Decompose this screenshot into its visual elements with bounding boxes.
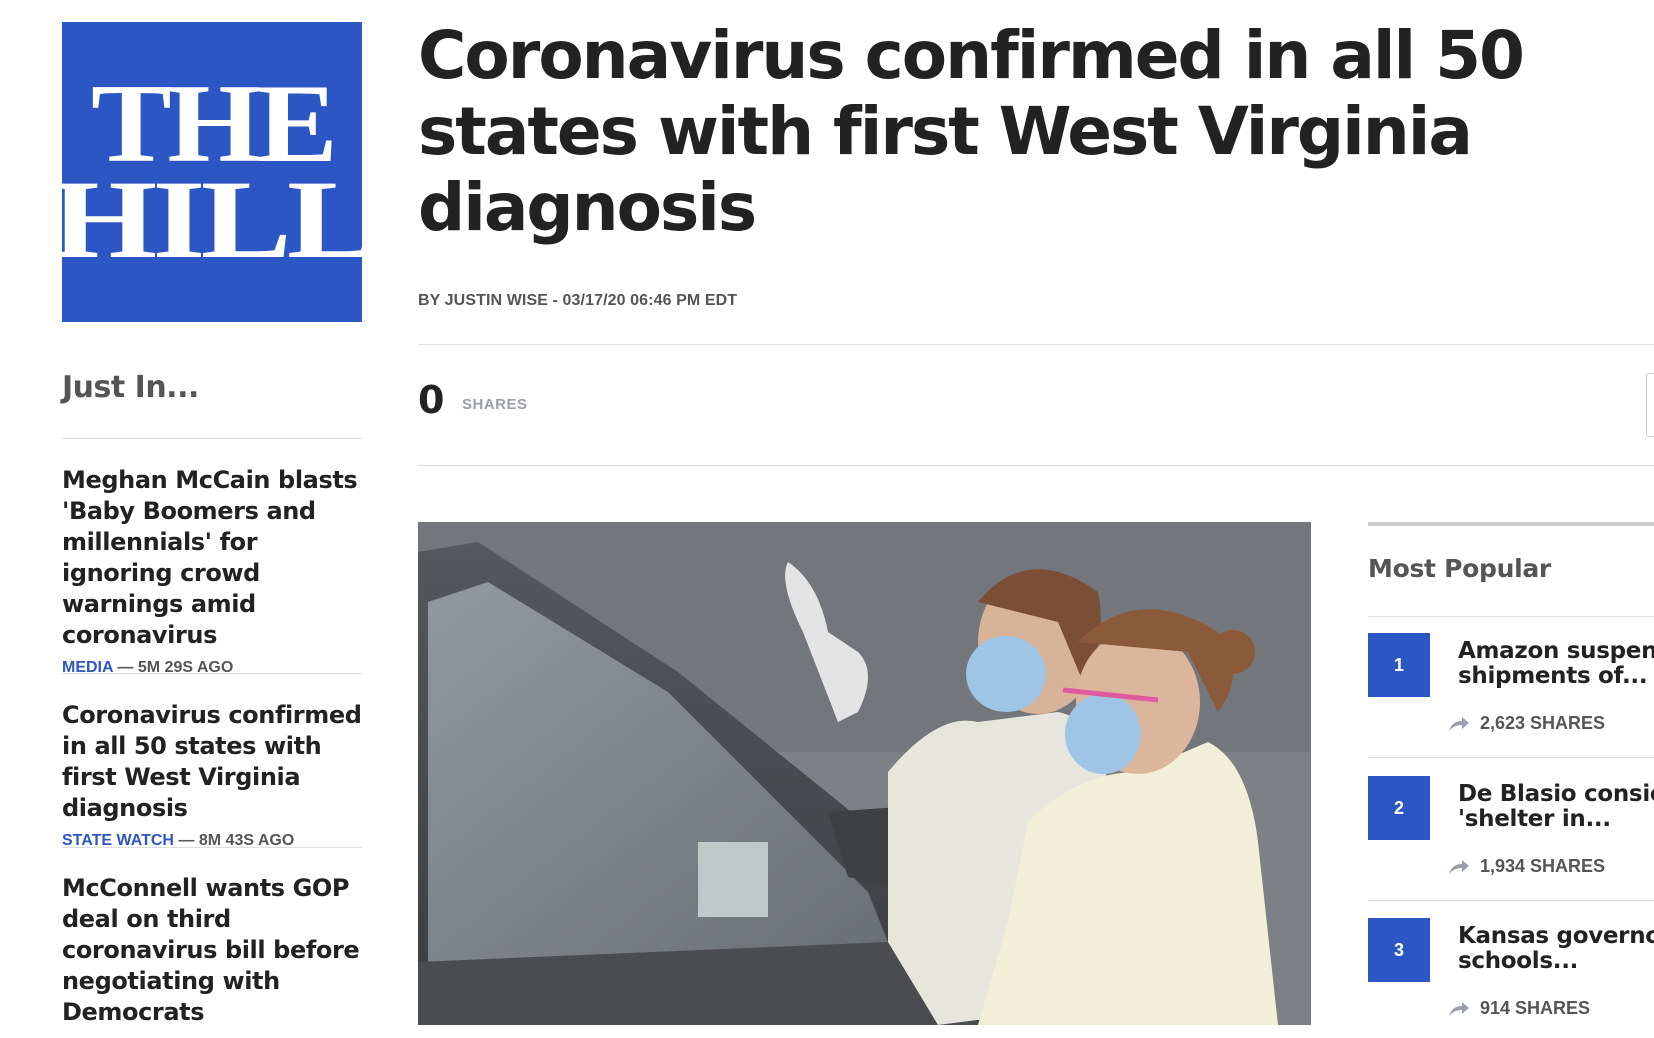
popular-rank: 3 xyxy=(1368,918,1430,982)
popular-shares: 1,934 SHARES xyxy=(1448,856,1605,877)
popular-item[interactable]: 1 Amazon suspen shipments of... 2,623 SH… xyxy=(1368,633,1654,776)
article-byline: BY JUSTIN WISE - 03/17/20 06:46 PM EDT xyxy=(418,292,738,309)
most-popular-heading: Most Popular xyxy=(1368,554,1551,583)
just-in-story[interactable]: McConnell wants GOP deal on third corona… xyxy=(62,873,362,1028)
divider xyxy=(418,465,1654,466)
divider xyxy=(1368,900,1654,901)
share-count: 0 xyxy=(418,378,445,422)
photo-illustration xyxy=(418,522,1311,1025)
most-popular-topbar xyxy=(1368,522,1654,526)
share-label: SHARES xyxy=(462,396,528,413)
article-headline: Coronavirus confirmed in all 50 states w… xyxy=(418,17,1525,246)
popular-rank: 1 xyxy=(1368,633,1430,697)
just-in-heading: Just In... xyxy=(62,370,199,405)
divider xyxy=(62,847,362,848)
popular-item[interactable]: 3 Kansas governo schools... 914 SHARES xyxy=(1368,918,1654,1038)
popular-share-count: 914 SHARES xyxy=(1480,998,1591,1018)
popular-title-line: shipments of... xyxy=(1458,663,1648,689)
story-title[interactable]: Coronavirus confirmed in all 50 states w… xyxy=(62,700,362,824)
popular-title-line: 'shelter in... xyxy=(1458,806,1611,832)
article-photo xyxy=(418,522,1311,1025)
story-title[interactable]: McConnell wants GOP deal on third corona… xyxy=(62,873,362,1028)
popular-title-line: De Blasio consic xyxy=(1458,782,1654,807)
just-in-story[interactable]: Coronavirus confirmed in all 50 states w… xyxy=(62,700,362,850)
popular-share-count: 2,623 SHARES xyxy=(1480,713,1606,733)
popular-title[interactable]: Amazon suspen shipments of... xyxy=(1458,639,1654,689)
divider xyxy=(62,673,362,674)
share-arrow-icon xyxy=(1449,716,1469,731)
story-title[interactable]: Meghan McCain blasts 'Baby Boomers and m… xyxy=(62,465,362,651)
divider xyxy=(62,438,362,439)
popular-share-count: 1,934 SHARES xyxy=(1480,856,1606,876)
story-meta: MEDIA — 5M 29S AGO xyxy=(62,659,362,677)
the-hill-logo[interactable]: THE HILL xyxy=(51,22,378,322)
share-arrow-icon xyxy=(1449,859,1469,874)
popular-title-line: Amazon suspen xyxy=(1458,639,1654,664)
popular-title[interactable]: Kansas governo schools... xyxy=(1458,924,1654,974)
popular-title-line: schools... xyxy=(1458,948,1579,974)
popular-shares: 914 SHARES xyxy=(1448,998,1590,1019)
divider xyxy=(418,344,1654,345)
divider xyxy=(1368,757,1654,758)
divider xyxy=(1368,616,1654,617)
popular-shares: 2,623 SHARES xyxy=(1448,713,1605,734)
share-button[interactable] xyxy=(1646,373,1654,437)
share-arrow-icon xyxy=(1449,1001,1469,1016)
popular-title[interactable]: De Blasio consic 'shelter in... xyxy=(1458,782,1654,832)
popular-title-line: Kansas governo xyxy=(1458,924,1654,949)
popular-rank: 2 xyxy=(1368,776,1430,840)
popular-item[interactable]: 2 De Blasio consic 'shelter in... 1,934 … xyxy=(1368,776,1654,919)
logo-line-2: HILL xyxy=(50,158,378,282)
just-in-story[interactable]: Meghan McCain blasts 'Baby Boomers and m… xyxy=(62,465,362,677)
